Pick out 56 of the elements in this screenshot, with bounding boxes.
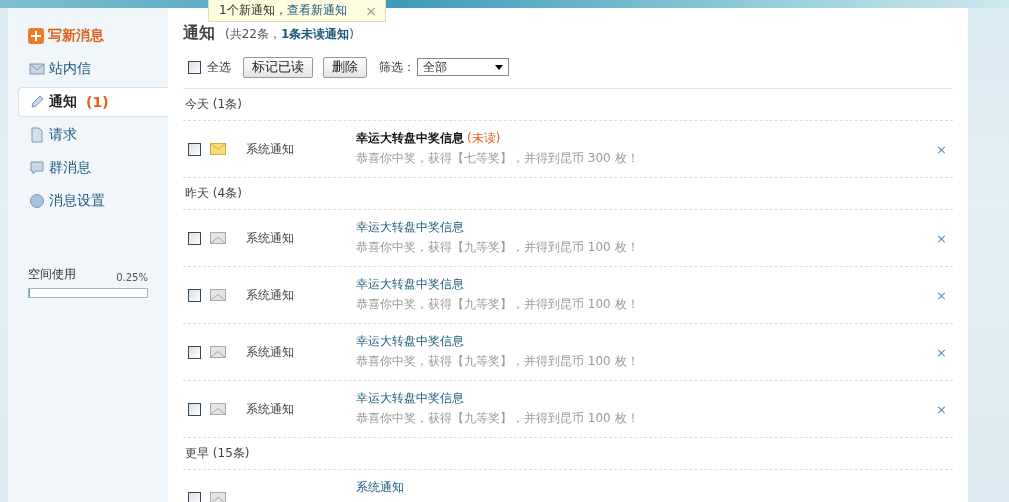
row-checkbox[interactable]: [188, 402, 201, 416]
view-notifications-link[interactable]: 查看新通知: [286, 2, 347, 19]
sidebar-item[interactable]: 通知 (1): [18, 87, 168, 117]
delete-icon[interactable]: ×: [936, 141, 947, 157]
message-title-link[interactable]: 幸运大转盘中奖信息: [356, 131, 464, 145]
message-body: 恭喜你中奖，获得【九等奖】，并得到昆币 100 枚！: [356, 239, 640, 256]
delete-icon[interactable]: ×: [936, 344, 947, 360]
delete-icon[interactable]: ×: [936, 401, 947, 417]
sidebar-item[interactable]: 站内信: [18, 54, 168, 84]
speech-bubble-icon: [29, 160, 45, 176]
row-checkbox[interactable]: [188, 345, 201, 359]
envelope-icon: [29, 61, 45, 77]
sidebar-item[interactable]: 群消息: [18, 153, 168, 183]
globe-icon: [29, 193, 45, 209]
compose-label: 写新消息: [48, 27, 104, 45]
select-all-checkbox[interactable]: [188, 60, 201, 74]
sender-name: 系统通知: [246, 229, 295, 247]
group-heading: 今天 (1条): [183, 89, 953, 121]
toolbar-button[interactable]: 标记已读: [243, 56, 313, 78]
message-title-link[interactable]: 幸运大转盘中奖信息: [356, 334, 464, 348]
notification-summary: (共22条，1条未读通知): [225, 26, 354, 43]
storage-label: 空间使用: [28, 266, 76, 283]
page-title: 通知: [183, 23, 215, 44]
row-checkbox[interactable]: [188, 288, 201, 302]
toolbar-button[interactable]: 删除: [323, 56, 367, 78]
sender-name: 系统通知: [246, 140, 295, 158]
group-heading: 更早 (15条): [183, 438, 953, 470]
row-checkbox[interactable]: [188, 491, 201, 502]
group-heading: 昨天 (4条): [183, 178, 953, 210]
sender-name: 系统通知: [246, 343, 295, 361]
delete-icon[interactable]: ×: [936, 287, 947, 303]
message-title-link[interactable]: 幸运大转盘中奖信息: [356, 277, 464, 291]
filter-dropdown[interactable]: 全部: [417, 58, 509, 76]
sender-name: 系统通知: [246, 286, 295, 304]
storage-reading: 0.25%: [116, 272, 148, 283]
sender-name: 系统通知: [246, 400, 295, 418]
message-title-link[interactable]: 幸运大转盘中奖信息: [356, 391, 464, 405]
caret-icon: [495, 64, 503, 70]
unread-label: (未读): [467, 131, 501, 145]
message-title-link[interactable]: 幸运大转盘中奖信息: [356, 220, 464, 234]
row-checkbox[interactable]: [188, 142, 201, 156]
sidebar-item[interactable]: 消息设置: [18, 186, 168, 216]
plus-icon: [28, 28, 44, 44]
row-checkbox[interactable]: [188, 231, 201, 245]
message-body: 恭喜你中奖，获得【九等奖】，并得到昆币 100 枚！: [356, 296, 640, 313]
pencil-icon: [29, 94, 45, 110]
message-body: 恭喜你中奖，获得【九等奖】，并得到昆币 100 枚！: [356, 353, 640, 370]
document-icon: [29, 127, 45, 143]
toast-text: 1个新通知，: [219, 2, 287, 19]
message-title-link[interactable]: 系统通知: [356, 480, 404, 494]
message-body: 恭喜你中奖，获得【九等奖】，并得到昆币 100 枚！: [356, 410, 640, 427]
delete-icon[interactable]: ×: [936, 230, 947, 246]
filter-label: 筛选：: [379, 58, 415, 76]
message-body: 恭喜你中奖，获得【七等奖】，并得到昆币 300 枚！: [356, 150, 640, 167]
select-all-label: 全选: [207, 58, 231, 76]
sidebar-item[interactable]: 请求: [18, 120, 168, 150]
